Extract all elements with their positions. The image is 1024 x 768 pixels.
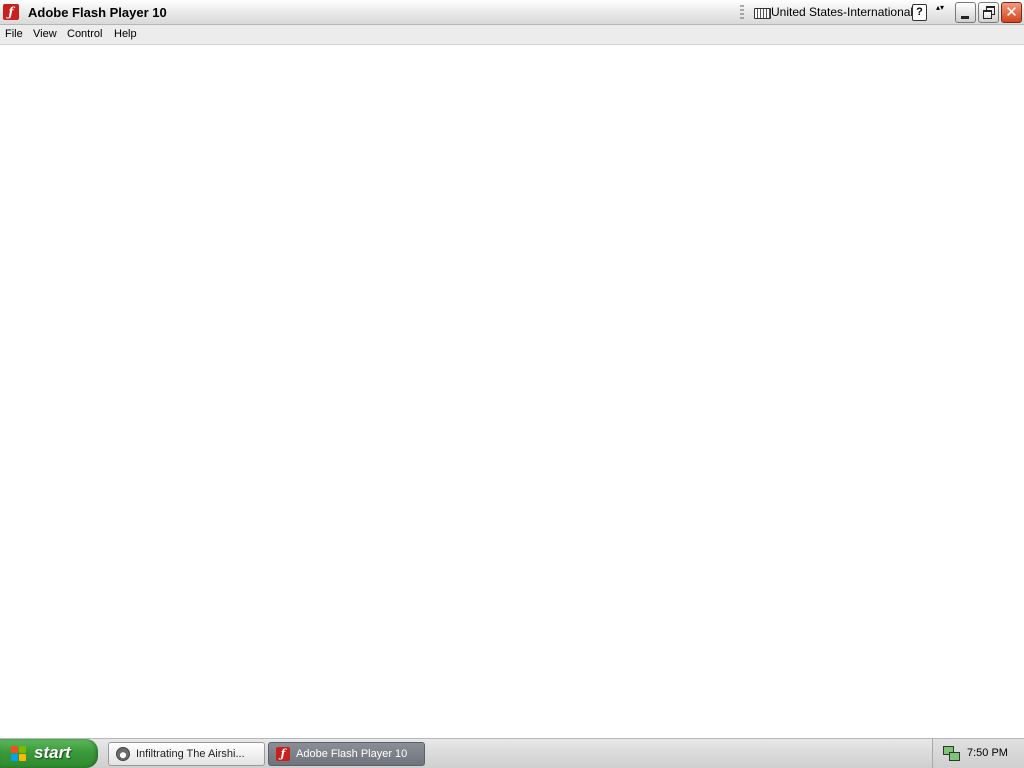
minimize-button[interactable] (955, 2, 976, 23)
language-bar[interactable]: United States-International ? ▴▾ (738, 3, 950, 22)
language-bar-options-icon[interactable]: ▴▾ (936, 4, 944, 20)
close-button[interactable]: ✕ (1001, 2, 1022, 23)
restore-button[interactable] (978, 2, 999, 23)
window-title: Adobe Flash Player 10 (28, 5, 167, 20)
taskbar-item-infiltrating[interactable]: Infiltrating The Airshi... (108, 742, 265, 766)
minimize-icon (961, 16, 969, 19)
close-icon: ✕ (1005, 4, 1018, 21)
flash-player-icon: ƒ (276, 747, 290, 761)
drag-grip-icon[interactable] (740, 5, 744, 20)
input-language-label[interactable]: United States-International (771, 5, 913, 19)
menu-control[interactable]: Control (67, 28, 102, 40)
start-button[interactable]: start (0, 739, 98, 768)
menu-view[interactable]: View (33, 28, 57, 40)
window-title-bar[interactable]: ƒ Adobe Flash Player 10 United States-In… (0, 0, 1024, 25)
windows-logo-icon (11, 746, 27, 762)
desktop-screen: ƒ Adobe Flash Player 10 United States-In… (0, 0, 1024, 768)
start-label: start (34, 743, 71, 762)
menu-help[interactable]: Help (114, 28, 137, 40)
taskbar-item-label: Infiltrating The Airshi... (136, 748, 245, 760)
taskbar-item-label: Adobe Flash Player 10 (296, 748, 408, 760)
taskbar: start Infiltrating The Airshi... ƒ Adobe… (0, 738, 1024, 768)
clock[interactable]: 7:50 PM (967, 747, 1008, 759)
restore-icon-front (983, 10, 992, 19)
help-icon[interactable]: ? (912, 4, 927, 21)
keyboard-icon[interactable] (754, 8, 771, 19)
system-tray: 7:50 PM (932, 739, 1024, 768)
menu-bar: File View Control Help (0, 25, 1024, 45)
raccoon-app-icon (116, 747, 130, 761)
flash-player-icon[interactable]: ƒ (3, 4, 19, 20)
menu-file[interactable]: File (5, 28, 23, 40)
flash-stage[interactable] (0, 45, 1024, 738)
network-icon[interactable] (943, 746, 960, 761)
taskbar-item-flash-player[interactable]: ƒ Adobe Flash Player 10 (268, 742, 425, 766)
